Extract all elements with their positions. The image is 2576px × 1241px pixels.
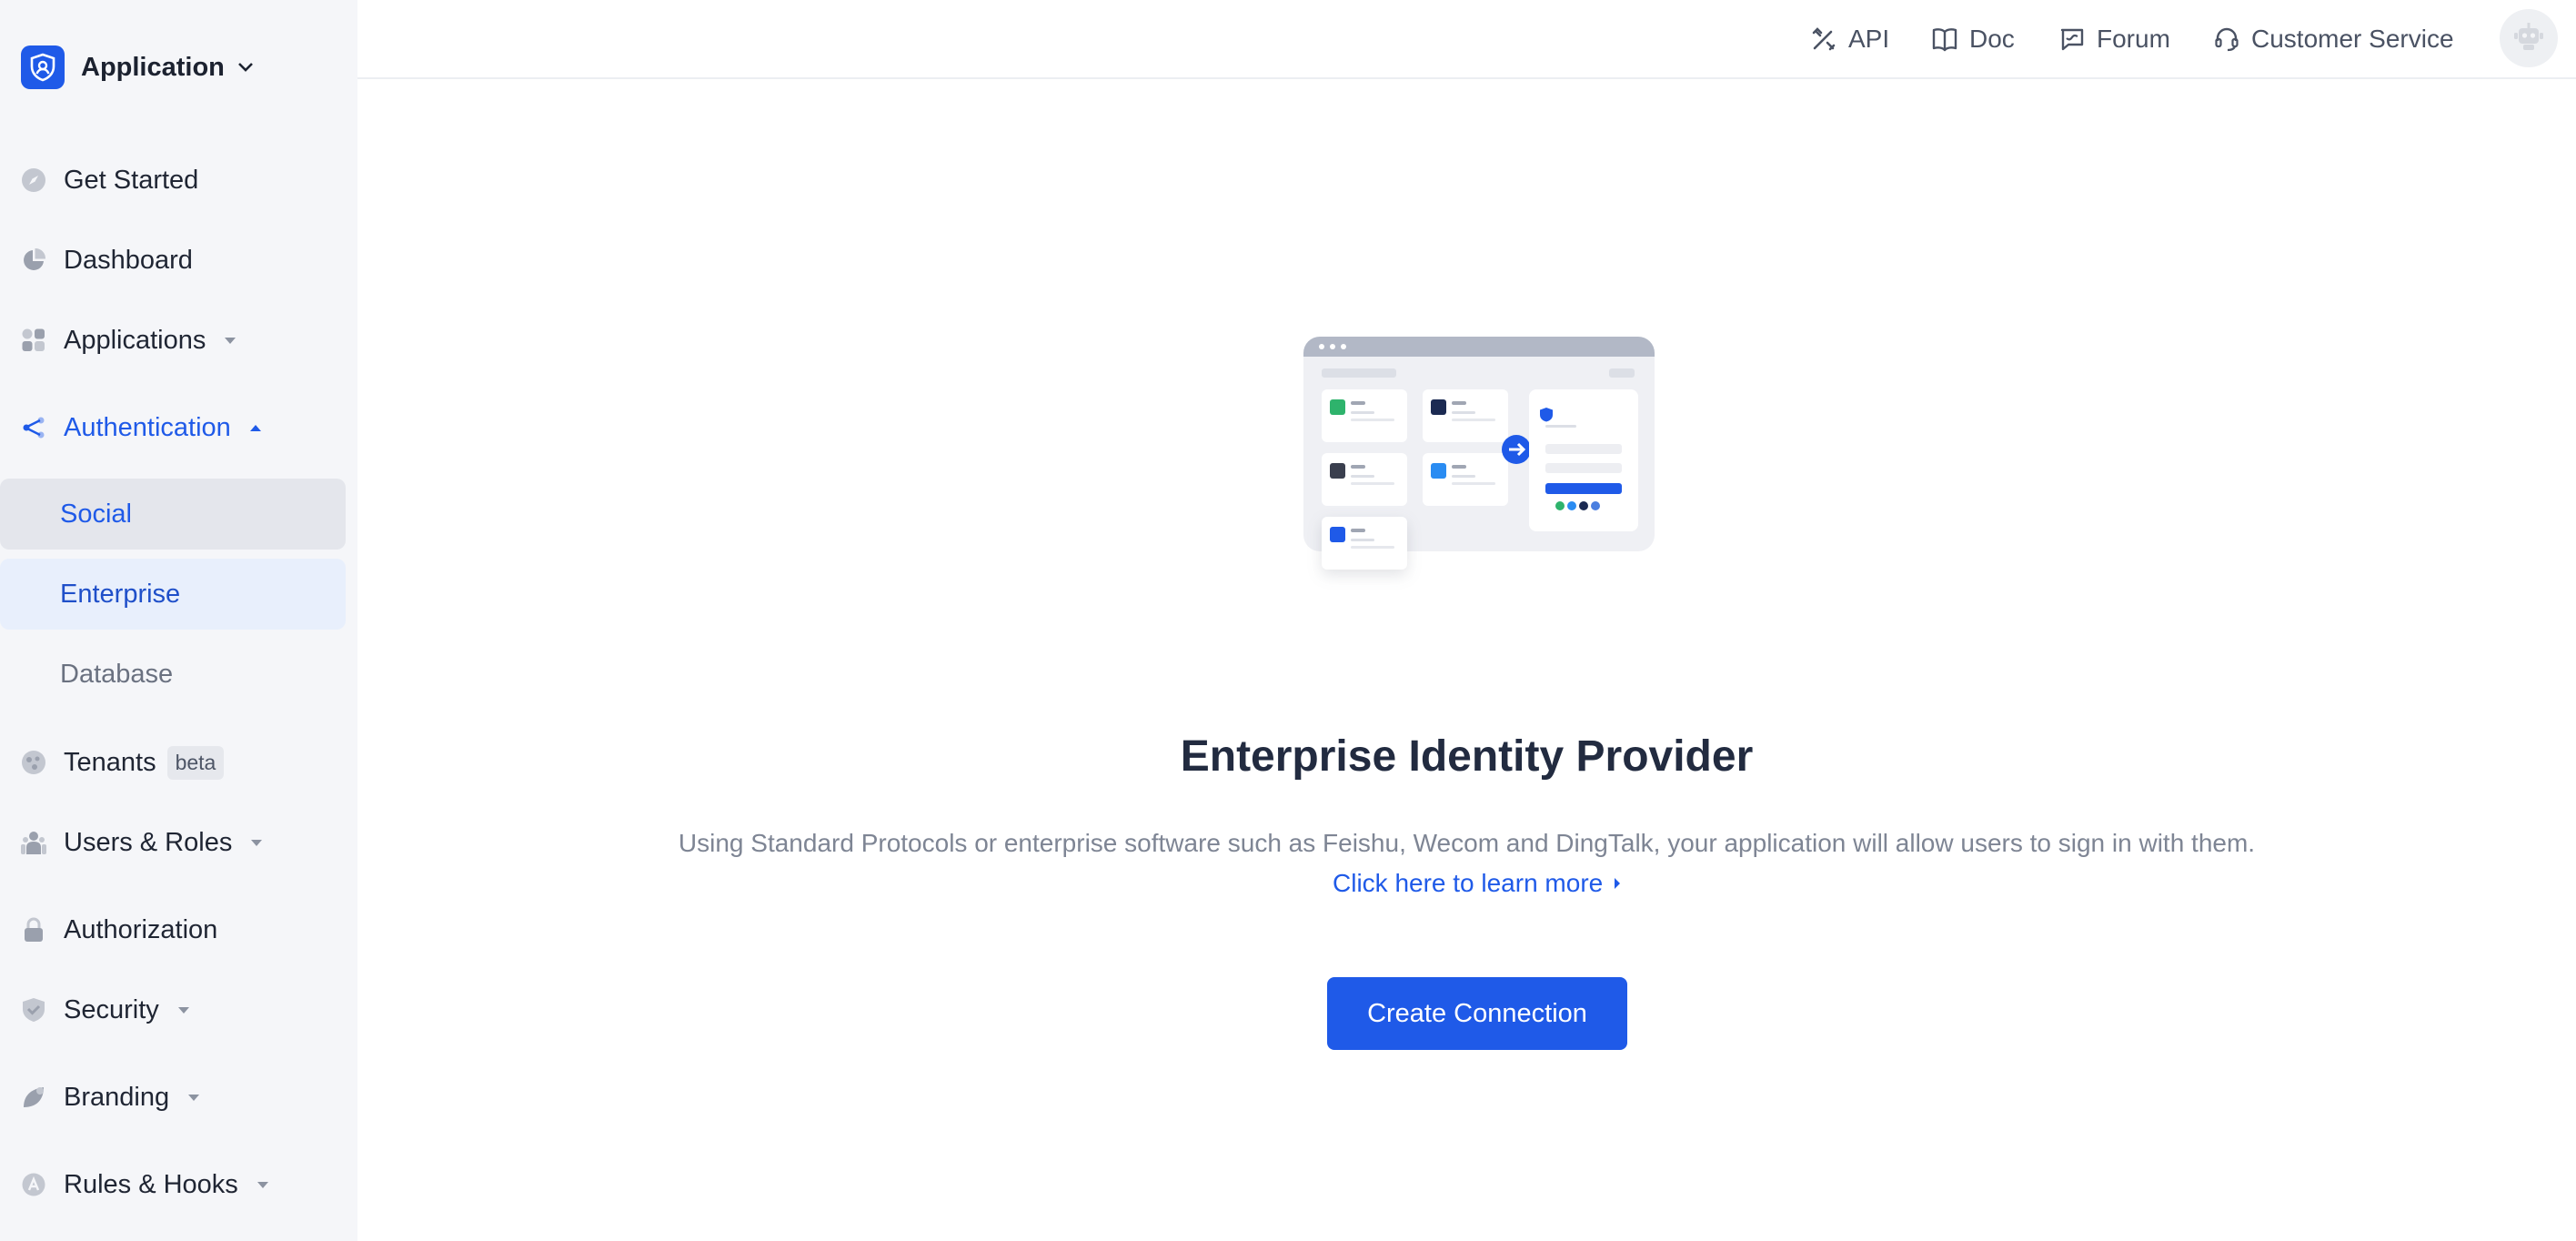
shield-check-icon (20, 996, 47, 1024)
nav-get-started[interactable]: Get Started (0, 153, 357, 207)
nav-label: Applications (64, 325, 206, 355)
message-icon (2058, 25, 2086, 53)
nav-rules-hooks[interactable]: Rules & Hooks (0, 1157, 357, 1212)
nav-label: Branding (64, 1082, 170, 1112)
app-name: Application (81, 52, 225, 82)
leaf-icon (20, 1084, 47, 1111)
nav-label: Get Started (64, 165, 199, 195)
caret-right-icon (1614, 877, 1621, 890)
nav-branding[interactable]: Branding (0, 1070, 357, 1125)
headset-icon (2213, 25, 2240, 53)
api-link[interactable]: API (1810, 20, 1889, 58)
beta-badge: beta (166, 745, 225, 780)
nav-label: Tenants (64, 747, 156, 777)
caret-down-icon (187, 1094, 200, 1102)
caret-down-icon (177, 1006, 190, 1014)
main-content: Enterprise Identity Provider Using Stand… (357, 81, 2576, 1241)
globe-icon (20, 749, 47, 776)
customer-service-label: Customer Service (2251, 25, 2454, 53)
nav-label-wrap: Applications (64, 326, 236, 356)
customer-service-link[interactable]: Customer Service (2213, 20, 2454, 58)
nav-users-roles[interactable]: Users & Roles (0, 815, 357, 870)
caret-up-icon (249, 424, 262, 432)
sub-nav-enterprise[interactable]: Enterprise (0, 559, 346, 630)
robot-avatar-icon (2511, 18, 2547, 59)
learn-more-label: Click here to learn more (1333, 869, 1604, 897)
compass-icon (20, 166, 47, 194)
caret-down-icon (257, 1181, 269, 1189)
nav-label: Authentication (64, 412, 231, 442)
share-icon (20, 414, 47, 441)
nav-authentication[interactable]: Authentication (0, 400, 357, 455)
forum-link[interactable]: Forum (2058, 20, 2170, 58)
chevron-down-icon (237, 62, 254, 73)
nav-label-wrap: Branding (64, 1083, 200, 1113)
nav-label: Rules & Hooks (64, 1169, 238, 1199)
nav-authorization[interactable]: Authorization (0, 903, 357, 957)
nav-label-wrap: Security (64, 995, 190, 1025)
nav-applications[interactable]: Applications (0, 313, 357, 368)
empty-state-description: Using Standard Protocols or enterprise s… (678, 829, 2256, 857)
app-switcher[interactable]: Application (21, 45, 254, 89)
rules-icon (20, 1171, 47, 1198)
apps-grid-icon (20, 327, 47, 354)
nav-dashboard[interactable]: Dashboard (0, 233, 357, 288)
sub-nav-label: Database (60, 659, 174, 689)
nav-label-wrap: Tenants beta (64, 745, 225, 780)
shield-logo-icon (21, 45, 65, 89)
user-avatar[interactable] (2500, 9, 2558, 67)
learn-more-link[interactable]: Click here to learn more (1333, 869, 1621, 898)
lock-icon (20, 916, 47, 943)
sub-nav-label: Enterprise (60, 579, 181, 609)
empty-state-title: Enterprise Identity Provider (1180, 732, 1754, 781)
sidebar: Application Get Started Dashboard Applic… (0, 0, 357, 1241)
doc-label: Doc (1969, 25, 2015, 53)
nav-label: Users & Roles (64, 827, 233, 857)
top-bar: API Doc Forum Customer Service (357, 0, 2576, 79)
nav-label-wrap: Users & Roles (64, 828, 263, 858)
nav-security[interactable]: Security (0, 983, 357, 1037)
sub-nav-social[interactable]: Social (0, 479, 346, 550)
doc-link[interactable]: Doc (1931, 20, 2015, 58)
nav-tenants[interactable]: Tenants beta (0, 735, 357, 790)
forum-label: Forum (2097, 25, 2170, 53)
api-label: API (1848, 25, 1890, 53)
nav-label-wrap: Rules & Hooks (64, 1170, 269, 1200)
caret-down-icon (224, 337, 236, 345)
caret-down-icon (250, 839, 263, 847)
pie-chart-icon (20, 247, 47, 274)
nav-label: Security (64, 994, 159, 1024)
users-icon (20, 829, 47, 856)
tools-icon (1810, 25, 1837, 53)
nav-label-wrap: Authentication (64, 413, 262, 443)
book-icon (1931, 25, 1958, 53)
nav-label: Authorization (64, 914, 218, 944)
create-connection-button[interactable]: Create Connection (1327, 977, 1627, 1050)
sub-nav-label: Social (60, 499, 132, 529)
sub-nav-database[interactable]: Database (0, 639, 346, 710)
nav-label: Dashboard (64, 245, 193, 275)
enterprise-illustration (1300, 333, 1664, 651)
